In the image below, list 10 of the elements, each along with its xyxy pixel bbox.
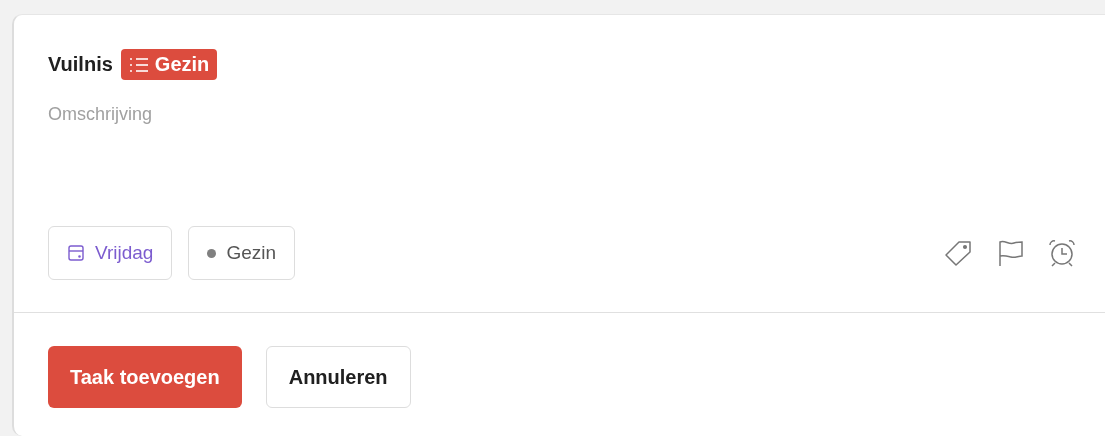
list-icon [128, 56, 149, 73]
add-task-button[interactable]: Taak toevoegen [48, 346, 242, 408]
task-title[interactable]: Vuilnis [48, 53, 113, 76]
alarm-clock-icon[interactable] [1047, 238, 1077, 268]
project-tag: Gezin [120, 49, 218, 80]
cancel-button[interactable]: Annuleren [265, 346, 411, 408]
tag-icon[interactable] [943, 238, 973, 268]
calendar-icon [67, 244, 85, 262]
date-chip[interactable]: Vrijdag [48, 226, 173, 280]
project-chip[interactable]: Gezin [188, 226, 296, 280]
